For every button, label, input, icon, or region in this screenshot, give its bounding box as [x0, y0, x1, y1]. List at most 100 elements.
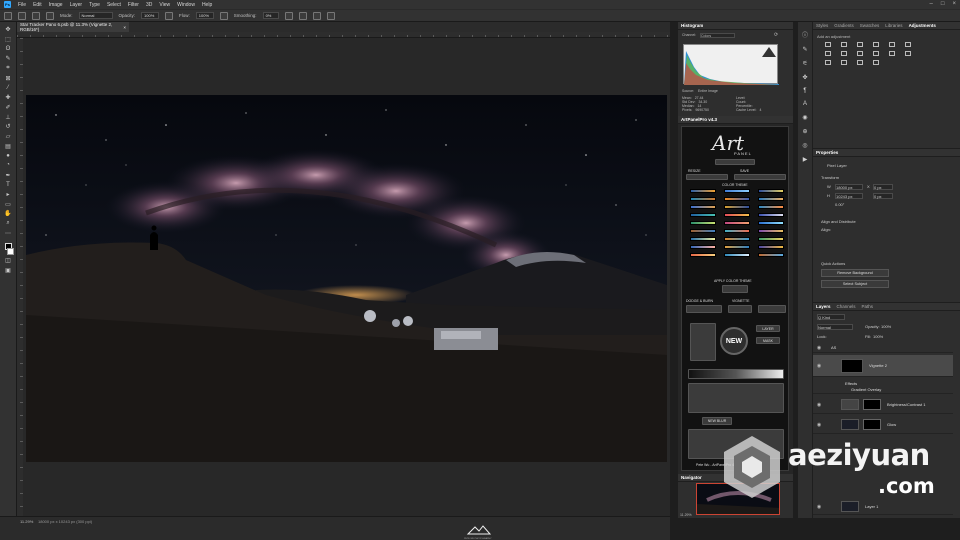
theme-swatch[interactable]: [758, 189, 784, 193]
brush-preset-icon[interactable]: [32, 11, 40, 20]
flow-field[interactable]: 100%: [195, 12, 214, 19]
theme-swatch[interactable]: [758, 221, 784, 225]
shape-tool-icon[interactable]: ▭: [4, 200, 13, 208]
close-icon[interactable]: ×: [952, 1, 956, 7]
tab-histogram[interactable]: Histogram: [681, 23, 703, 28]
dodge-burn-buttons[interactable]: [686, 305, 722, 313]
tab-swatches[interactable]: Swatches: [860, 23, 880, 28]
photoshop-logo-icon[interactable]: Ps: [4, 1, 11, 8]
eye-icon[interactable]: ◉: [815, 345, 823, 351]
tab-adjustments[interactable]: Adjustments: [909, 23, 936, 28]
crop-tool-icon[interactable]: ⌗: [4, 65, 13, 73]
tab-artpanel[interactable]: ArtPanelPro v4.3: [681, 117, 717, 122]
artpanel-top-buttons[interactable]: [715, 159, 755, 165]
frame-tool-icon[interactable]: ⊠: [4, 74, 13, 82]
tab-gradients[interactable]: Gradients: [834, 23, 854, 28]
symmetry-icon[interactable]: [326, 11, 335, 20]
eraser-tool-icon[interactable]: ▱: [4, 133, 13, 141]
posterize-icon[interactable]: [825, 60, 831, 65]
photo-filter-icon[interactable]: [857, 51, 863, 56]
source-select[interactable]: Entire Image: [698, 89, 718, 93]
menu-layer[interactable]: Layer: [70, 2, 83, 8]
airbrush-icon[interactable]: [219, 11, 228, 20]
path-select-tool-icon[interactable]: ▸: [4, 191, 13, 199]
eye-icon[interactable]: ◉: [815, 422, 823, 428]
eye-icon[interactable]: ◉: [815, 504, 823, 510]
menu-help[interactable]: Help: [202, 2, 212, 8]
blend-mode-select[interactable]: Normal: [817, 324, 853, 330]
curves-icon[interactable]: [857, 42, 863, 47]
eyedropper-tool-icon[interactable]: ⁄: [4, 84, 13, 92]
angle-field[interactable]: 0.00°: [835, 202, 844, 207]
hand-tool-icon[interactable]: ✋: [4, 210, 13, 218]
apply-color-buttons[interactable]: [722, 285, 748, 293]
type-tool-icon[interactable]: T: [4, 181, 13, 189]
character-icon[interactable]: A: [803, 101, 807, 107]
theme-swatch[interactable]: [758, 197, 784, 201]
theme-swatch[interactable]: [690, 245, 716, 249]
minimize-icon[interactable]: –: [930, 1, 933, 7]
tab-channels[interactable]: Channels: [837, 304, 856, 309]
menu-type[interactable]: Type: [89, 2, 100, 8]
effect-row[interactable]: Gradient Overlay: [813, 386, 953, 394]
quick-select-tool-icon[interactable]: ✎: [4, 55, 13, 63]
document-tab[interactable]: Star Tracker Pano 6.psb @ 11.3% (Vignett…: [17, 22, 129, 32]
hue-sat-icon[interactable]: [905, 42, 911, 47]
home-icon[interactable]: [4, 11, 12, 20]
menu-image[interactable]: Image: [49, 2, 63, 8]
tone-strip[interactable]: [688, 369, 784, 379]
theme-swatch[interactable]: [758, 253, 784, 257]
quick-mask-icon[interactable]: ◫: [4, 257, 13, 265]
brush-tool-icon-side[interactable]: ✐: [4, 104, 13, 112]
theme-swatch[interactable]: [758, 205, 784, 209]
glyphs-icon[interactable]: ⊕: [802, 128, 807, 135]
lasso-tool-icon[interactable]: ʘ: [4, 45, 13, 53]
threshold-icon[interactable]: [841, 60, 847, 65]
actions-icon[interactable]: ▶: [803, 156, 808, 163]
layer-row[interactable]: ◉ Layer 1: [813, 499, 953, 515]
canvas-image[interactable]: [26, 95, 667, 462]
y-field[interactable]: 0 px: [873, 193, 893, 199]
more-tools-icon[interactable]: ⋯: [4, 229, 13, 237]
info-icon[interactable]: ⓘ: [802, 30, 808, 39]
refresh-icon[interactable]: ⟳: [774, 32, 778, 38]
theme-swatch[interactable]: [690, 229, 716, 233]
layer-row[interactable]: ◉ Brightness/Contrast 1: [813, 396, 953, 414]
new-button[interactable]: NEW: [720, 327, 748, 355]
clone-source-icon[interactable]: ✤: [802, 74, 807, 81]
fill-field[interactable]: 100%: [873, 334, 883, 339]
theme-swatch[interactable]: [758, 213, 784, 217]
close-tab-icon[interactable]: ×: [123, 25, 126, 30]
theme-swatch[interactable]: [758, 237, 784, 241]
opacity-field[interactable]: 100%: [141, 12, 160, 19]
theme-swatch[interactable]: [690, 213, 716, 217]
tab-paths[interactable]: Paths: [862, 304, 874, 309]
menu-window[interactable]: Window: [177, 2, 195, 8]
channel-select[interactable]: Colors: [700, 33, 735, 38]
resize-buttons[interactable]: [686, 174, 728, 180]
theme-swatch[interactable]: [724, 221, 750, 225]
pressure-opacity-icon[interactable]: [165, 11, 174, 20]
theme-swatch[interactable]: [690, 253, 716, 257]
theme-swatch[interactable]: [690, 205, 716, 209]
align-section[interactable]: Align and Distribute: [821, 219, 856, 224]
zoom-level[interactable]: 11.29%: [20, 519, 33, 524]
blur-tool-icon[interactable]: ●: [4, 152, 13, 160]
marquee-tool-icon[interactable]: ⬚: [4, 36, 13, 44]
theme-swatch[interactable]: [724, 237, 750, 241]
zoom-tool-icon[interactable]: ⌕: [4, 220, 13, 228]
document-info[interactable]: 18000 px x 10243 px (300 ppi): [38, 519, 92, 524]
tab-navigator[interactable]: Navigator: [681, 475, 702, 480]
gear-icon[interactable]: [284, 11, 293, 20]
pen-tool-icon[interactable]: ✒: [4, 171, 13, 179]
theme-swatch[interactable]: [758, 245, 784, 249]
theme-swatch[interactable]: [758, 229, 784, 233]
theme-swatch[interactable]: [724, 213, 750, 217]
clone-stamp-tool-icon[interactable]: ⊥: [4, 113, 13, 121]
layer-row-selected[interactable]: ◉ Vignette 2: [813, 355, 953, 377]
invert-icon[interactable]: [905, 51, 911, 56]
left-tool-buttons[interactable]: [690, 323, 716, 361]
menu-3d[interactable]: 3D: [146, 2, 152, 8]
color-lookup-icon[interactable]: [889, 51, 895, 56]
tab-styles[interactable]: Styles: [816, 23, 828, 28]
